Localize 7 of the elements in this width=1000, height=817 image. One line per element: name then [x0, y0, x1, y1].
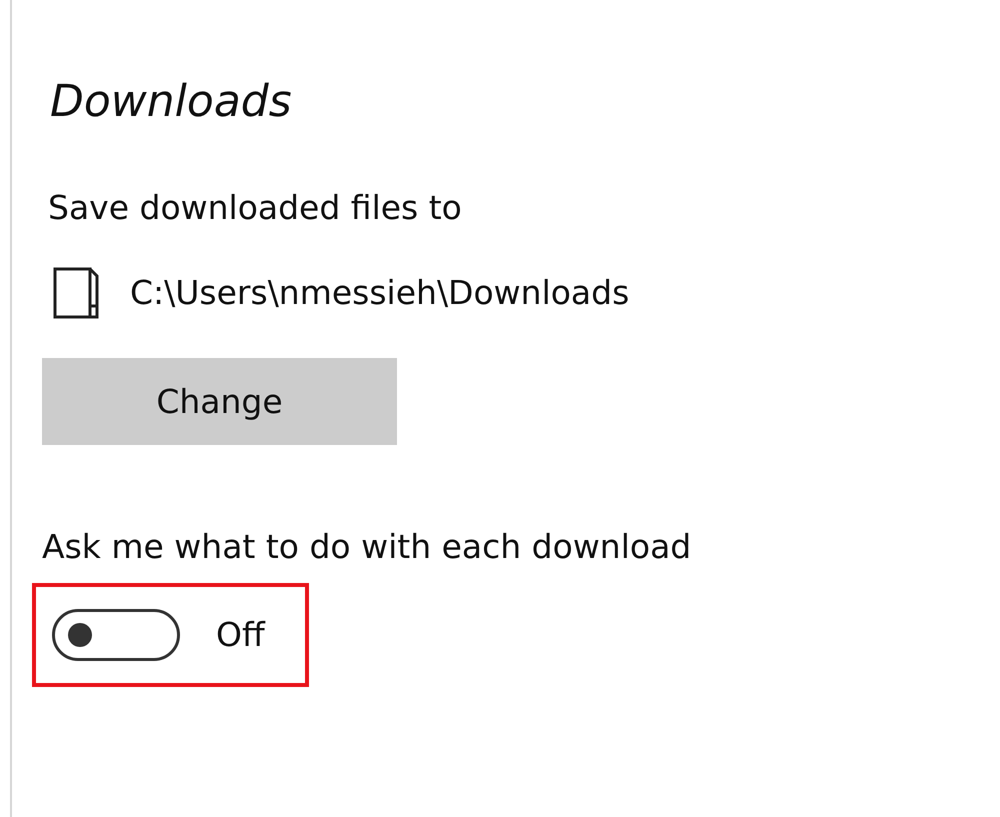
folder-icon: [52, 266, 100, 320]
setting-label: Ask me what to do with each download: [42, 526, 692, 567]
change-button[interactable]: Change: [42, 358, 397, 445]
section-title: Downloads: [50, 78, 293, 126]
folder-path: C:\Users\nmessieh\Downloads: [130, 272, 630, 314]
setting-label: Save downloaded files to: [48, 188, 463, 228]
toggle-state: Off: [216, 614, 265, 656]
